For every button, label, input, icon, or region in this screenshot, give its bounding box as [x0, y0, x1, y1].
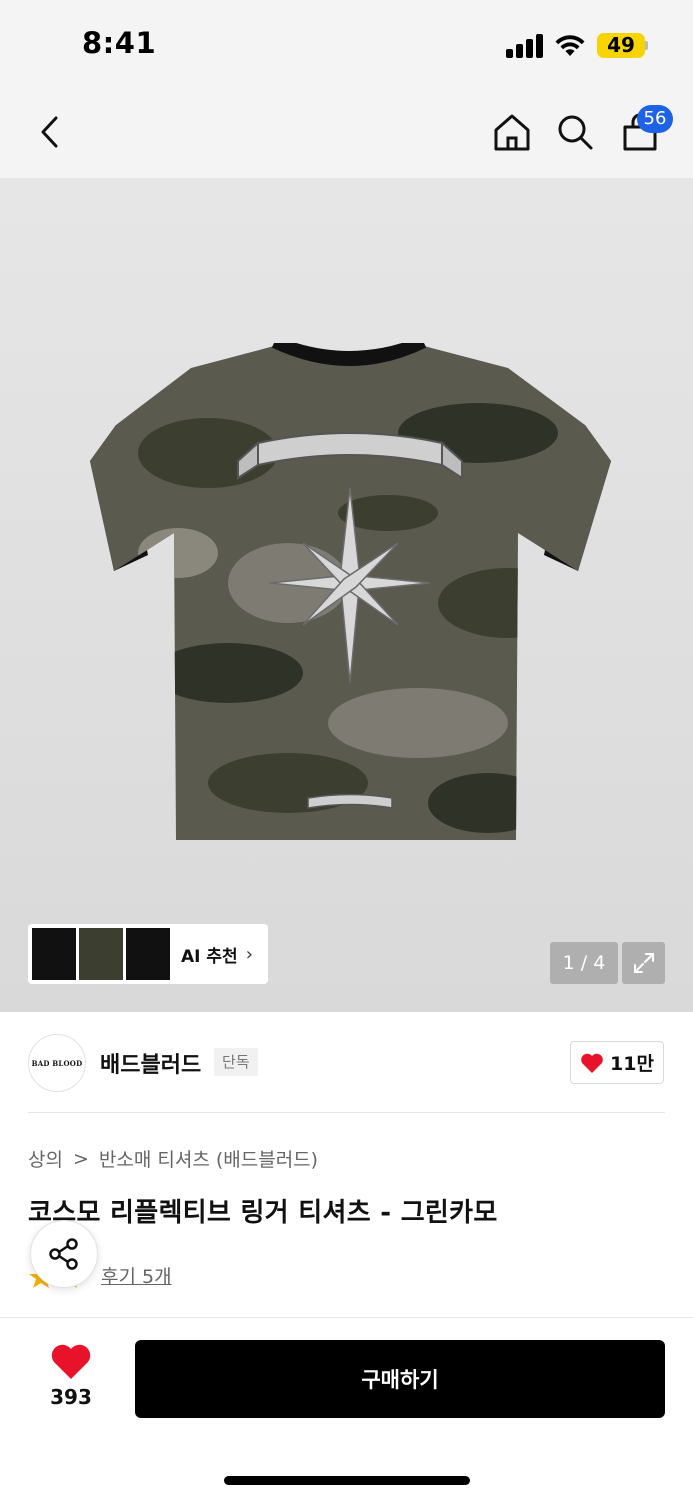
- recommend-thumbnail-2: [79, 928, 123, 980]
- product-image-gallery[interactable]: AI 추천 › 1 / 4: [0, 178, 693, 1012]
- home-button[interactable]: [488, 108, 536, 156]
- breadcrumb-category[interactable]: 상의: [28, 1145, 63, 1172]
- buy-button[interactable]: 구매하기: [135, 1340, 665, 1418]
- image-pager: 1 / 4: [550, 942, 618, 984]
- share-button[interactable]: [30, 1220, 98, 1288]
- back-button[interactable]: [26, 108, 74, 156]
- battery-nub: [645, 41, 648, 50]
- wishlist-count: 393: [50, 1385, 92, 1409]
- recommend-thumbnail-1: [32, 928, 76, 980]
- cellular-signal-icon: [506, 34, 544, 58]
- brand-logo[interactable]: BAD BLOOD: [28, 1034, 86, 1092]
- breadcrumb: 상의 > 반소매 티셔츠 (배드블러드): [28, 1145, 318, 1172]
- exclusive-badge: 단독: [214, 1048, 258, 1076]
- wishlist-heart-icon[interactable]: [50, 1343, 92, 1381]
- home-indicator: [224, 1476, 470, 1485]
- ai-recommend-button[interactable]: AI 추천 ›: [28, 924, 268, 984]
- product-image: [90, 343, 611, 840]
- brand-like-button[interactable]: 11만: [570, 1041, 664, 1084]
- heart-icon: [581, 1053, 603, 1073]
- search-button[interactable]: [551, 108, 599, 156]
- review-count-link[interactable]: 후기 5개: [101, 1262, 172, 1289]
- share-icon: [49, 1238, 78, 1270]
- ai-recommend-label: AI 추천: [181, 946, 238, 967]
- status-bar: 8:41 49: [0, 0, 693, 90]
- cart-count-badge: 56: [637, 105, 673, 133]
- breadcrumb-separator: >: [72, 1147, 89, 1170]
- back-icon: [41, 116, 58, 148]
- brand-name[interactable]: 배드블러드: [100, 1047, 201, 1079]
- expand-image-button[interactable]: [622, 942, 665, 984]
- expand-icon: [633, 953, 654, 973]
- bottom-divider: [0, 1317, 693, 1318]
- product-title: 코스모 리플렉티브 링거 티셔츠 - 그린카모: [28, 1198, 498, 1228]
- divider: [28, 1112, 665, 1113]
- battery-icon: 49: [597, 33, 645, 58]
- search-icon: [558, 115, 593, 150]
- nav-bar: [0, 90, 693, 178]
- brand-like-count: 11만: [610, 1053, 654, 1075]
- recommend-thumbnail-3: [126, 928, 170, 980]
- status-time: 8:41: [82, 26, 157, 60]
- breadcrumb-subcategory[interactable]: 반소매 티셔츠 (배드블러드): [99, 1145, 318, 1172]
- home-icon: [494, 114, 530, 151]
- wifi-icon: [555, 35, 585, 56]
- chevron-right-icon: ›: [245, 943, 253, 965]
